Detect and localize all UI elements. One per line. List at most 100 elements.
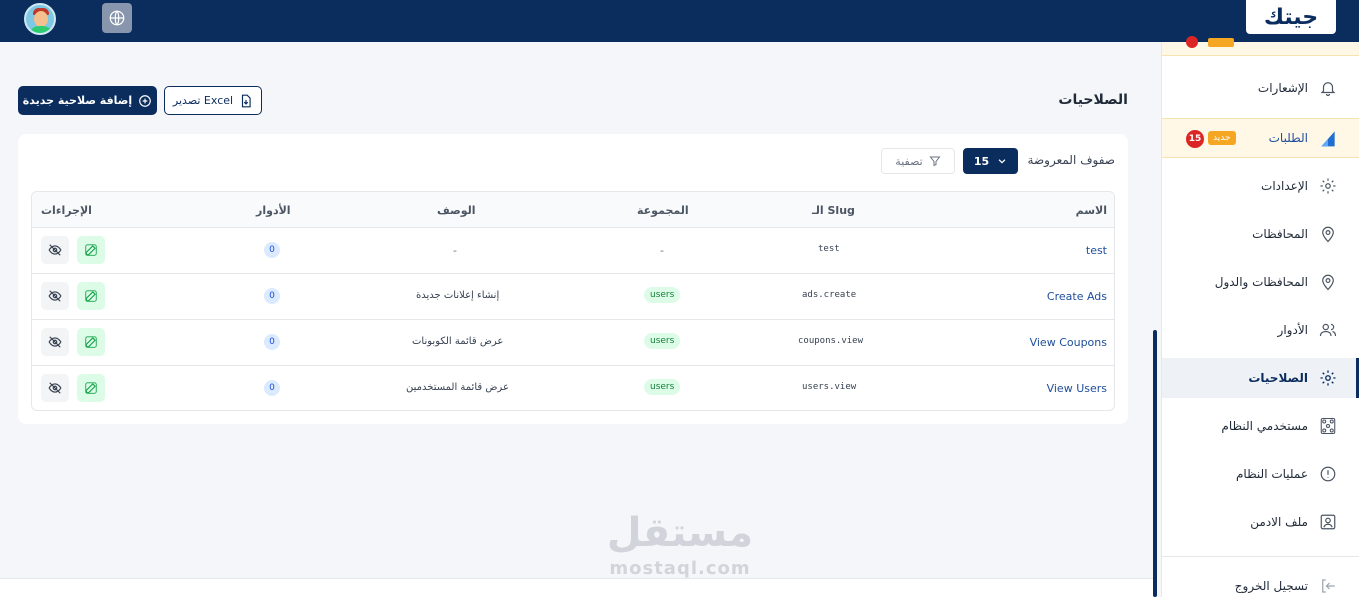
watermark-latin: mostaql.com <box>609 558 751 579</box>
profile-icon <box>1318 512 1338 532</box>
sidebar-scrollbar[interactable] <box>1153 330 1157 597</box>
filter-icon <box>929 156 941 167</box>
permissions-card: صفوف المعروضة 15 تصفية الاسم الـ Slug ال… <box>18 134 1128 424</box>
logout-icon <box>1318 576 1338 596</box>
sidebar-item-label: ملف الادمن <box>1250 515 1308 529</box>
permission-slug: ads.create <box>802 290 857 300</box>
permission-slug: coupons.view <box>798 336 864 346</box>
roles-count-badge: 0 <box>264 242 280 258</box>
bell-icon <box>1318 78 1338 98</box>
permission-name[interactable]: View Users <box>1047 382 1107 395</box>
sidebar-item-admin-profile[interactable]: ملف الادمن <box>1162 502 1359 542</box>
sidebar-item-settings[interactable]: الإعدادات <box>1162 166 1359 206</box>
watermark: مستقل mostaql.com <box>600 508 760 579</box>
permission-slug: users.view <box>802 382 857 392</box>
globe-icon <box>109 10 125 26</box>
roles-count-badge: 0 <box>264 380 280 396</box>
permission-name[interactable]: Create Ads <box>1047 290 1107 303</box>
sidebar-item-label: تسجيل الخروج <box>1234 579 1308 593</box>
filter-button[interactable]: تصفية <box>881 148 955 174</box>
hide-button[interactable] <box>41 328 69 356</box>
sidebar-item-label: الإعدادات <box>1261 179 1308 193</box>
export-excel-button[interactable]: تصدير Excel <box>164 86 262 115</box>
column-header-name[interactable]: الاسم <box>1076 204 1107 217</box>
chevron-down-icon <box>998 159 1006 164</box>
column-header-group[interactable]: المجموعة <box>637 204 689 217</box>
sidebar-item-label: الأدوار <box>1277 323 1308 337</box>
language-button[interactable] <box>102 3 132 33</box>
sidebar-item-label: الإشعارات <box>1257 81 1308 95</box>
logo-text: جيتك <box>1263 4 1319 30</box>
edit-button[interactable] <box>77 374 105 402</box>
column-header-roles[interactable]: الأدوار <box>256 204 291 217</box>
team-icon <box>1318 416 1338 436</box>
table-row: View Coupons coupons.view users عرض قائم… <box>32 320 1114 366</box>
sidebar-item-label: مستخدمي النظام <box>1221 419 1308 433</box>
footer-bar <box>0 578 1153 597</box>
eye-off-icon <box>48 382 62 394</box>
sidebar-item-label: المحافظات والدول <box>1214 275 1308 289</box>
edit-icon <box>85 382 97 394</box>
users-icon <box>1318 320 1338 340</box>
top-bar: جيتك <box>0 0 1359 42</box>
permissions-table: الاسم الـ Slug المجموعة الوصف الأدوار ال… <box>31 191 1115 411</box>
edit-button[interactable] <box>77 282 105 310</box>
permission-group-badge: users <box>644 379 681 395</box>
table-header: الاسم الـ Slug المجموعة الوصف الأدوار ال… <box>32 192 1114 228</box>
edit-button[interactable] <box>77 236 105 264</box>
sidebar-item-orders[interactable]: 15 جديد الطلبات <box>1162 118 1359 158</box>
sidebar-item-label: الصلاحيات <box>1248 371 1308 385</box>
edit-icon <box>85 290 97 302</box>
permission-description: عرض قائمة الكوبونات <box>412 336 504 347</box>
column-header-slug[interactable]: الـ Slug <box>812 204 855 217</box>
location-icon <box>1318 272 1338 292</box>
sidebar: الإشعارات 15 جديد الطلبات الإعدادات المح… <box>1161 36 1359 597</box>
add-permission-label: إضافة صلاحية جديدة <box>22 94 133 107</box>
add-permission-button[interactable]: إضافة صلاحية جديدة <box>18 86 157 115</box>
permission-group-badge: users <box>644 287 681 303</box>
sidebar-item-system-users[interactable]: مستخدمي النظام <box>1162 406 1359 446</box>
sidebar-divider <box>1162 556 1359 557</box>
sidebar-item-label: عمليات النظام <box>1236 467 1308 481</box>
permission-description: إنشاء إعلانات جديدة <box>416 290 500 301</box>
user-avatar[interactable] <box>24 3 56 35</box>
new-badge: جديد <box>1208 131 1236 145</box>
rows-per-page-label: صفوف المعروضة <box>1027 153 1115 167</box>
hide-button[interactable] <box>41 282 69 310</box>
filter-label: تصفية <box>895 154 923 168</box>
permission-name[interactable]: test <box>1086 244 1107 257</box>
sidebar-item-label: الطلبات <box>1268 131 1308 145</box>
sidebar-item-roles[interactable]: الأدوار <box>1162 310 1359 350</box>
roles-count-badge: 0 <box>264 288 280 304</box>
export-excel-label: تصدير Excel <box>172 94 234 107</box>
app-logo[interactable]: جيتك <box>1246 0 1336 34</box>
sidebar-item-governorates-countries[interactable]: المحافظات والدول <box>1162 262 1359 302</box>
permission-description: - <box>453 244 457 257</box>
hide-button[interactable] <box>41 236 69 264</box>
sidebar-item-permissions[interactable]: الصلاحيات <box>1162 358 1359 398</box>
edit-icon <box>85 244 97 256</box>
sidebar-item-governorates[interactable]: المحافظات <box>1162 214 1359 254</box>
hide-button[interactable] <box>41 374 69 402</box>
sidebar-item-logout[interactable]: تسجيل الخروج <box>1162 566 1359 597</box>
alert-icon <box>1318 464 1338 484</box>
column-header-actions: الإجراءات <box>41 204 92 217</box>
watermark-arabic: مستقل <box>606 510 754 556</box>
sidebar-item-notifications[interactable]: الإشعارات <box>1162 68 1359 108</box>
file-export-icon <box>241 94 251 107</box>
sidebar-item-partial[interactable] <box>1162 36 1359 56</box>
sidebar-item-system-operations[interactable]: عمليات النظام <box>1162 454 1359 494</box>
edit-icon <box>85 336 97 348</box>
gear-icon <box>1318 368 1338 388</box>
rows-per-page-select[interactable]: 15 <box>963 148 1018 174</box>
table-row: test test - - 0 <box>32 228 1114 274</box>
page-title: الصلاحيات <box>1058 92 1128 108</box>
edit-button[interactable] <box>77 328 105 356</box>
column-header-description[interactable]: الوصف <box>437 204 476 217</box>
eye-off-icon <box>48 290 62 302</box>
permission-slug: test <box>818 244 840 254</box>
table-row: Create Ads ads.create users إنشاء إعلانا… <box>32 274 1114 320</box>
permission-group-badge: users <box>644 333 681 349</box>
permission-name[interactable]: View Coupons <box>1030 336 1107 349</box>
eye-off-icon <box>48 244 62 256</box>
